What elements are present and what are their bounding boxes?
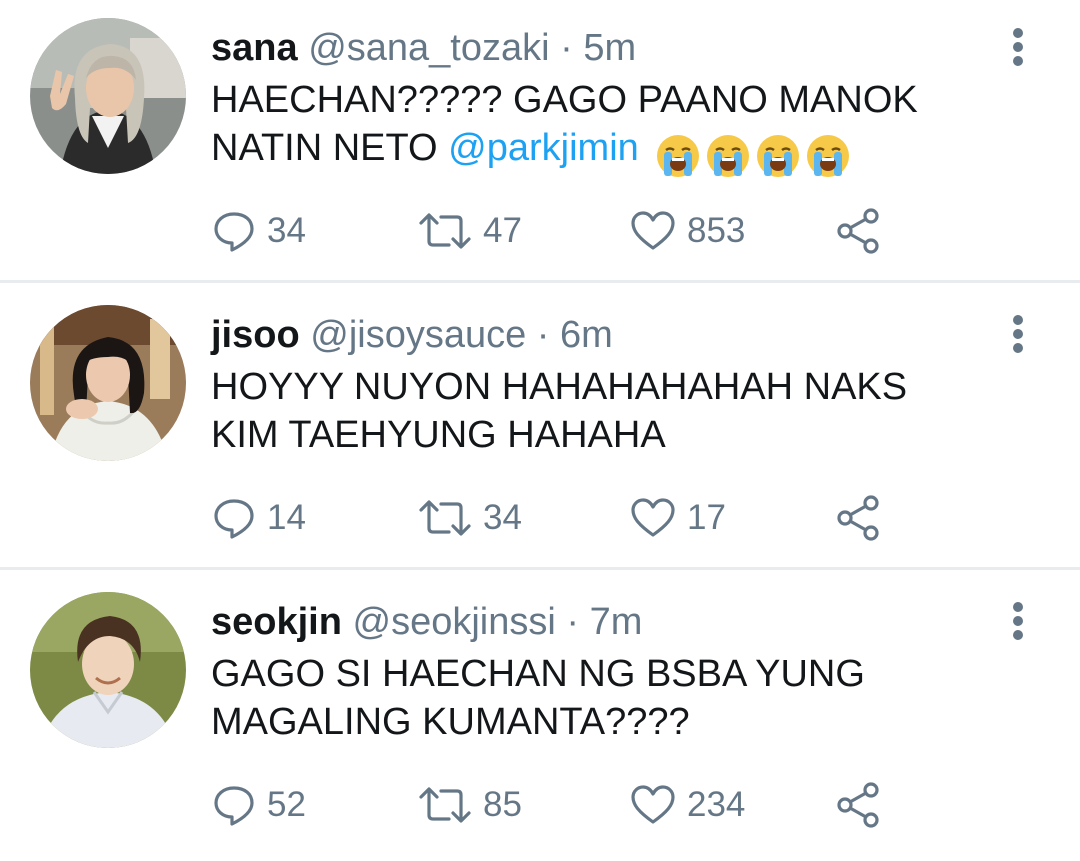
share-button[interactable] [833, 780, 883, 830]
reply-button[interactable]: 14 [211, 493, 306, 543]
loudly-crying-face-icon [807, 134, 850, 177]
tweet-header: sana @sana_tozaki · 5m [211, 26, 636, 70]
separator: · [549, 27, 584, 69]
like-button[interactable]: 17 [629, 493, 726, 543]
like-count: 17 [687, 498, 726, 537]
avatar[interactable] [30, 305, 186, 461]
like-icon [631, 498, 675, 537]
reply-icon [214, 786, 254, 826]
retweet-icon [419, 213, 471, 249]
divider [0, 567, 1080, 570]
tweet-item[interactable]: jisoo @jisoysauce · 6m HOYYY NUYON HAHAH… [0, 287, 1080, 574]
like-icon [631, 785, 675, 824]
timestamp[interactable]: 5m [583, 27, 636, 69]
tweet-header: jisoo @jisoysauce · 6m [211, 313, 613, 357]
mention-link[interactable]: @parkjimin [448, 127, 639, 169]
retweet-button[interactable]: 34 [417, 493, 522, 543]
reply-count: 34 [267, 211, 306, 250]
like-icon [631, 211, 675, 250]
retweet-count: 47 [483, 211, 522, 250]
tweet-text-segment: NATIN NETO [211, 127, 438, 169]
share-icon [837, 495, 879, 541]
retweet-button[interactable]: 47 [417, 206, 522, 256]
share-icon [837, 782, 879, 828]
avatar[interactable] [30, 18, 186, 174]
retweet-icon [419, 787, 471, 823]
tweet-text-line: MAGALING KUMANTA???? [211, 701, 690, 743]
like-button[interactable]: 234 [629, 780, 745, 830]
loudly-crying-face-icon [707, 134, 750, 177]
more-options-icon[interactable] [998, 313, 1038, 359]
reply-button[interactable]: 34 [211, 206, 306, 256]
more-options-icon[interactable] [998, 600, 1038, 646]
loudly-crying-face-icon [657, 134, 700, 177]
tweet-text-line: NATIN NETO @parkjimin [211, 124, 1011, 179]
retweet-icon [419, 500, 471, 536]
user-handle[interactable]: @seokjinssi [353, 601, 556, 643]
separator: · [555, 601, 590, 643]
display-name[interactable]: seokjin [211, 601, 342, 643]
retweet-count: 34 [483, 498, 522, 537]
tweet-feed: sana @sana_tozaki · 5m HAECHAN????? GAGO… [0, 0, 1080, 847]
user-handle[interactable]: @sana_tozaki [308, 27, 549, 69]
loudly-crying-face-icon [757, 134, 800, 177]
emoji-group [655, 130, 855, 179]
display-name[interactable]: sana [211, 27, 298, 69]
share-button[interactable] [833, 206, 883, 256]
reply-icon [214, 499, 254, 539]
avatar[interactable] [30, 592, 186, 748]
user-handle[interactable]: @jisoysauce [310, 314, 526, 356]
like-count: 853 [687, 211, 746, 250]
reply-button[interactable]: 52 [211, 780, 306, 830]
share-icon [837, 208, 879, 254]
tweet-text-line: HOYYY NUYON HAHAHAHAHAH NAKS [211, 366, 908, 408]
display-name[interactable]: jisoo [211, 314, 300, 356]
separator: · [526, 314, 561, 356]
divider [0, 280, 1080, 283]
reply-count: 52 [267, 785, 306, 824]
more-options-icon[interactable] [998, 26, 1038, 72]
tweet-text-line: GAGO SI HAECHAN NG BSBA YUNG [211, 653, 865, 695]
reply-count: 14 [267, 498, 306, 537]
timestamp[interactable]: 7m [590, 601, 643, 643]
reply-icon [214, 212, 254, 252]
tweet-actions: 34 47 853 [211, 206, 911, 256]
timestamp[interactable]: 6m [560, 314, 613, 356]
tweet-text: HOYYY NUYON HAHAHAHAHAH NAKS KIM TAEHYUN… [211, 363, 1011, 459]
tweet-text-line: KIM TAEHYUNG HAHAHA [211, 414, 666, 456]
tweet-actions: 14 34 17 [211, 493, 911, 543]
tweet-item[interactable]: seokjin @seokjinssi · 7m GAGO SI HAECHAN… [0, 574, 1080, 861]
tweet-actions: 52 85 234 [211, 780, 911, 830]
tweet-item[interactable]: sana @sana_tozaki · 5m HAECHAN????? GAGO… [0, 0, 1080, 287]
tweet-text: HAECHAN????? GAGO PAANO MANOK NATIN NETO… [211, 76, 1011, 179]
retweet-count: 85 [483, 785, 522, 824]
tweet-text-line: HAECHAN????? GAGO PAANO MANOK [211, 79, 918, 121]
tweet-text: GAGO SI HAECHAN NG BSBA YUNG MAGALING KU… [211, 650, 1011, 746]
like-button[interactable]: 853 [629, 206, 745, 256]
tweet-header: seokjin @seokjinssi · 7m [211, 600, 642, 644]
retweet-button[interactable]: 85 [417, 780, 522, 830]
like-count: 234 [687, 785, 746, 824]
share-button[interactable] [833, 493, 883, 543]
